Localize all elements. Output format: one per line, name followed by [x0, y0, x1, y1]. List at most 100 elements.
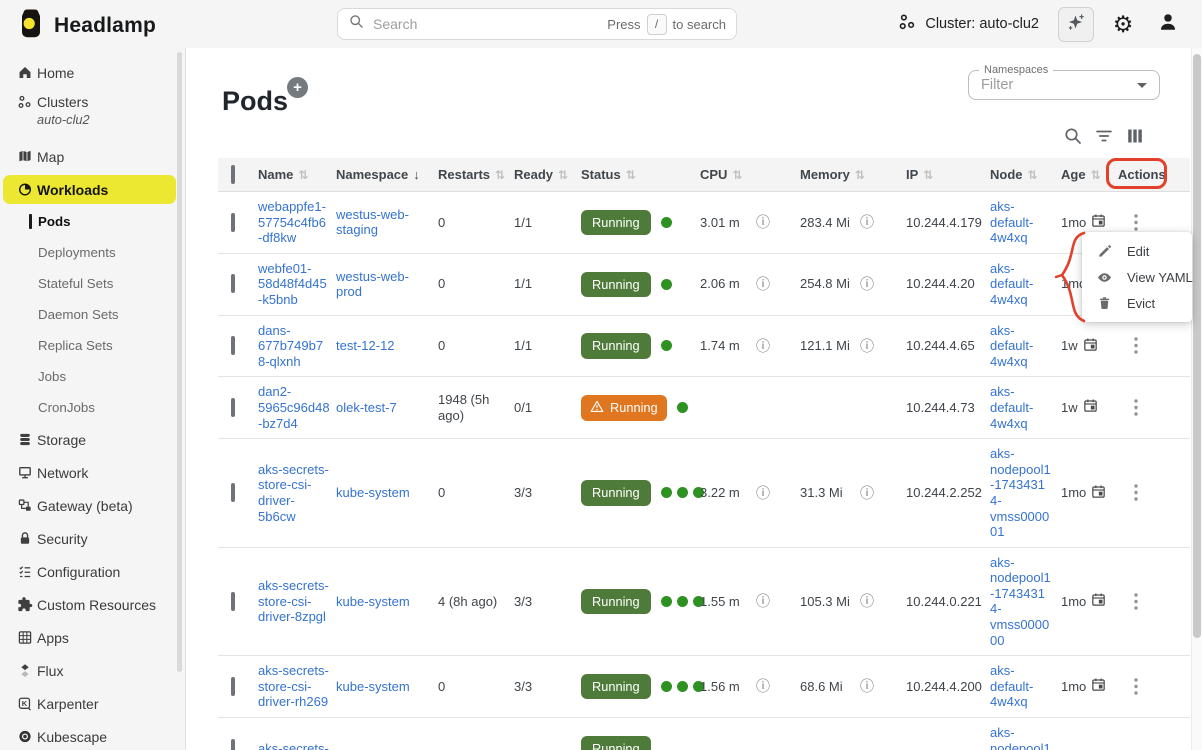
- node-link[interactable]: aks-default-4w4xq: [990, 384, 1033, 430]
- row-checkbox[interactable]: [231, 274, 235, 293]
- table-columns-button[interactable]: [1125, 126, 1145, 146]
- sidebar-item-map[interactable]: Map: [0, 140, 185, 173]
- node-link[interactable]: aks-default-4w4xq: [990, 663, 1033, 709]
- cluster-indicator[interactable]: Cluster: auto-clu2: [898, 13, 1039, 36]
- sidebar-item-network[interactable]: Network: [0, 456, 185, 489]
- info-icon[interactable]: ⓘ: [860, 276, 874, 293]
- pod-name-link[interactable]: aks-secrets-: [258, 741, 329, 750]
- row-actions-button[interactable]: [1124, 210, 1148, 234]
- sidebar-item-deployments[interactable]: Deployments: [0, 237, 185, 268]
- pod-name-link[interactable]: dan2-5965c96d48-bz7d4: [258, 384, 330, 430]
- info-icon[interactable]: ⓘ: [860, 485, 874, 502]
- sidebar-item-apps[interactable]: Apps: [0, 621, 185, 654]
- ai-assistant-button[interactable]: [1058, 7, 1094, 42]
- node-link[interactable]: aks-default-4w4xq: [990, 199, 1033, 245]
- pod-name-link[interactable]: dans-677b749b78-qlxnh: [258, 323, 323, 369]
- sidebar-item-pods[interactable]: Pods: [0, 206, 185, 237]
- sort-icon[interactable]: ⇅: [1028, 168, 1038, 182]
- row-actions-button[interactable]: [1124, 396, 1148, 420]
- column-header-namespace[interactable]: Namespace↓: [336, 167, 432, 182]
- menu-item-edit[interactable]: Edit: [1082, 238, 1192, 264]
- info-icon[interactable]: ⓘ: [860, 214, 874, 231]
- sort-icon[interactable]: ⇅: [923, 168, 933, 182]
- info-icon[interactable]: ⓘ: [756, 214, 770, 231]
- row-checkbox[interactable]: [231, 336, 235, 355]
- global-search-input[interactable]: Search Press / to search: [337, 8, 737, 40]
- row-checkbox[interactable]: [231, 483, 235, 502]
- sidebar-item-stateful-sets[interactable]: Stateful Sets: [0, 268, 185, 299]
- column-header-actions[interactable]: Actions: [1112, 167, 1190, 182]
- sidebar-item-karpenter[interactable]: KKarpenter: [0, 687, 185, 720]
- column-header-name[interactable]: Name⇅: [252, 167, 336, 182]
- namespace-filter-select[interactable]: Namespaces Filter: [968, 70, 1160, 100]
- node-link[interactable]: aks-nodepool1-17434314-vmss000000: [990, 555, 1051, 648]
- namespace-link[interactable]: kube-system: [336, 679, 410, 694]
- sidebar-item-jobs[interactable]: Jobs: [0, 361, 185, 392]
- node-link[interactable]: aks-default-4w4xq: [990, 323, 1033, 369]
- info-icon[interactable]: ⓘ: [756, 338, 770, 355]
- namespace-link[interactable]: kube-system: [336, 594, 410, 609]
- sidebar-item-daemon-sets[interactable]: Daemon Sets: [0, 299, 185, 330]
- namespace-link[interactable]: westus-web-staging: [336, 207, 409, 238]
- info-icon[interactable]: ⓘ: [756, 593, 770, 610]
- sort-icon[interactable]: ⇅: [495, 168, 505, 182]
- sidebar-item-security[interactable]: Security: [0, 522, 185, 555]
- sidebar-item-home[interactable]: Home: [0, 56, 185, 89]
- sort-icon[interactable]: ⇅: [298, 168, 308, 182]
- info-icon[interactable]: ⓘ: [860, 678, 874, 695]
- sidebar-scrollbar[interactable]: [177, 52, 182, 672]
- row-actions-button[interactable]: [1124, 675, 1148, 699]
- settings-button[interactable]: ⚙: [1107, 8, 1139, 40]
- main-scrollbar[interactable]: [1193, 54, 1201, 638]
- account-button[interactable]: [1152, 8, 1184, 40]
- sort-icon[interactable]: ⇅: [1091, 168, 1101, 182]
- column-header-cpu[interactable]: CPU⇅: [692, 167, 784, 182]
- pod-name-link[interactable]: aks-secrets-store-csi-driver-8zpgl: [258, 578, 329, 624]
- column-header-ip[interactable]: IP⇅: [890, 167, 982, 182]
- column-header-memory[interactable]: Memory⇅: [784, 167, 890, 182]
- row-checkbox[interactable]: [231, 398, 235, 417]
- brand[interactable]: Headlamp: [16, 7, 156, 44]
- column-header-restarts[interactable]: Restarts⇅: [432, 167, 508, 182]
- namespace-link[interactable]: westus-web-prod: [336, 269, 409, 300]
- sort-icon[interactable]: ⇅: [626, 168, 636, 182]
- info-icon[interactable]: ⓘ: [756, 276, 770, 293]
- column-header-status[interactable]: Status⇅: [576, 167, 692, 182]
- pod-name-link[interactable]: aks-secrets-store-csi-driver-rh269: [258, 663, 329, 709]
- column-header-ready[interactable]: Ready⇅: [508, 167, 576, 182]
- select-all-checkbox[interactable]: [231, 165, 235, 184]
- sidebar-item-storage[interactable]: Storage: [0, 423, 185, 456]
- row-checkbox[interactable]: [231, 677, 235, 696]
- sidebar-item-custom-resources[interactable]: Custom Resources: [0, 588, 185, 621]
- namespace-link[interactable]: kube-system: [336, 485, 410, 500]
- node-link[interactable]: aks-nodepool1-17434314-vmss000001: [990, 446, 1051, 539]
- pod-name-link[interactable]: webappfe1-57754c4fb6-df8kw: [258, 199, 326, 245]
- namespace-link[interactable]: olek-test-7: [336, 400, 397, 415]
- sidebar-item-kubescape[interactable]: Kubescape: [0, 720, 185, 750]
- sidebar-item-clusters[interactable]: Clustersauto-clu2: [0, 89, 185, 140]
- row-actions-button[interactable]: [1124, 334, 1148, 358]
- table-search-button[interactable]: [1063, 126, 1083, 146]
- sort-desc-icon[interactable]: ↓: [413, 167, 420, 182]
- info-icon[interactable]: ⓘ: [756, 485, 770, 502]
- sort-icon[interactable]: ⇅: [732, 168, 742, 182]
- column-header-node[interactable]: Node⇅: [982, 167, 1057, 182]
- table-filter-button[interactable]: [1094, 126, 1114, 146]
- pod-name-link[interactable]: webfe01-58d48f4d45-k5bnb: [258, 261, 327, 307]
- namespace-link[interactable]: test-12-12: [336, 338, 395, 353]
- sidebar-item-cronjobs[interactable]: CronJobs: [0, 392, 185, 423]
- node-link[interactable]: aks-default-4w4xq: [990, 261, 1033, 307]
- menu-item-evict[interactable]: Evict: [1082, 290, 1192, 316]
- node-link[interactable]: aks-nodepool1-: [990, 725, 1051, 750]
- menu-item-view-yaml[interactable]: View YAML: [1082, 264, 1192, 290]
- column-header-age[interactable]: Age⇅: [1057, 167, 1112, 182]
- info-icon[interactable]: ⓘ: [860, 338, 874, 355]
- sort-icon[interactable]: ⇅: [558, 168, 568, 182]
- row-actions-button[interactable]: [1124, 481, 1148, 505]
- pod-name-link[interactable]: aks-secrets-store-csi-driver-5b6cw: [258, 462, 329, 524]
- row-checkbox[interactable]: [231, 592, 235, 611]
- sidebar-item-gateway-beta[interactable]: Gateway (beta): [0, 489, 185, 522]
- row-actions-button[interactable]: [1124, 589, 1148, 613]
- row-checkbox[interactable]: [231, 213, 235, 232]
- create-pod-button[interactable]: +: [287, 77, 308, 98]
